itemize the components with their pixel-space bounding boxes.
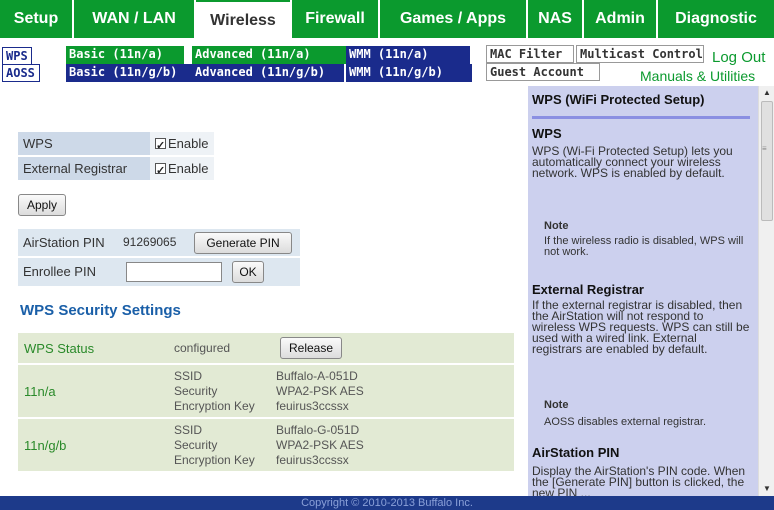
wps-enable-checkbox[interactable] — [155, 135, 166, 158]
tab-nas[interactable]: NAS — [528, 0, 582, 38]
airstation-pin-label: AirStation PIN — [23, 235, 105, 250]
scroll-down-icon[interactable]: ▼ — [763, 484, 771, 493]
help-pin-heading: AirStation PIN — [532, 445, 620, 460]
encryption-key-value: feuirus3ccssx — [276, 453, 349, 467]
subnav-wmm-n-g-b[interactable]: WMM (11n/g/b) — [346, 64, 472, 82]
sub-nav: WPS AOSS Basic (11n/a) Basic (11n/g/b) A… — [0, 40, 774, 86]
release-button[interactable]: Release — [280, 337, 342, 359]
ssid-value: Buffalo-A-051D — [276, 369, 358, 383]
logout-link[interactable]: Log Out — [712, 49, 765, 66]
ext-registrar-enable-checkbox[interactable] — [155, 160, 166, 183]
enrollee-pin-input[interactable] — [126, 262, 222, 282]
help-panel: WPS (WiFi Protected Setup) WPS WPS (Wi-F… — [528, 86, 758, 496]
ext-registrar-label: External Registrar — [18, 157, 150, 180]
subnav-mac-filter[interactable]: MAC Filter — [486, 45, 574, 63]
main-content: WPS Enable External Registrar Enable App… — [0, 86, 528, 496]
wps-security-title: WPS Security Settings — [20, 302, 181, 319]
security-value: WPA2-PSK AES — [276, 438, 364, 452]
scroll-thumb[interactable] — [761, 101, 773, 221]
band-label: 11n/a — [24, 384, 56, 399]
tab-diagnostic[interactable]: Diagnostic — [658, 0, 774, 38]
help-ext-heading: External Registrar — [532, 282, 644, 297]
ssid-label: SSID — [174, 423, 203, 437]
generate-pin-button[interactable]: Generate PIN — [194, 232, 292, 254]
security-label: Security — [174, 384, 218, 398]
subnav-wps[interactable]: WPS — [2, 47, 32, 65]
security-value: WPA2-PSK AES — [276, 384, 364, 398]
manuals-link[interactable]: Manuals & Utilities — [640, 68, 755, 84]
help-note2-label: Note — [544, 399, 569, 411]
subnav-multicast-control[interactable]: Multicast Control — [576, 45, 704, 63]
ext-registrar-enable-cell[interactable]: Enable — [150, 157, 214, 183]
wps-status-row: WPS Status configured — [18, 333, 514, 363]
tab-wan-lan[interactable]: WAN / LAN — [74, 0, 194, 38]
help-ext-text: If the external registrar is disabled, t… — [532, 298, 750, 356]
help-title-underline — [532, 116, 750, 119]
help-note1-label: Note — [544, 220, 569, 232]
scroll-up-icon[interactable]: ▲ — [763, 88, 771, 97]
encryption-key-label: Encryption Key — [174, 453, 255, 467]
tab-wireless[interactable]: Wireless — [196, 0, 290, 38]
apply-button[interactable]: Apply — [18, 194, 66, 216]
wps-status-label: WPS Status — [24, 341, 95, 356]
help-scrollbar[interactable]: ▲ ≡ ▼ — [758, 86, 774, 496]
help-title: WPS (WiFi Protected Setup) — [532, 92, 705, 107]
tab-games-apps[interactable]: Games / Apps — [380, 0, 526, 38]
subnav-wmm-n-a[interactable]: WMM (11n/a) — [346, 46, 470, 64]
security-table: WPS Status configured Release 11n/a SSID… — [18, 333, 514, 473]
scroll-grip-icon: ≡ — [762, 144, 767, 153]
tab-firewall[interactable]: Firewall — [292, 0, 378, 38]
wps-enable-label: Enable — [168, 136, 209, 151]
subnav-advanced-n-g-b[interactable]: Advanced (11n/g/b) — [192, 64, 344, 82]
enrollee-pin-label: Enrollee PIN — [23, 264, 96, 279]
help-note1-text: If the wireless radio is disabled, WPS w… — [544, 235, 744, 258]
wps-label: WPS — [18, 132, 150, 155]
band-row-11na: 11n/a SSID Security Encryption Key Buffa… — [18, 365, 514, 417]
ssid-value: Buffalo-G-051D — [276, 423, 360, 437]
subnav-basic-n-a[interactable]: Basic (11n/a) — [66, 46, 184, 64]
encryption-key-value: feuirus3ccssx — [276, 399, 349, 413]
subnav-aoss[interactable]: AOSS — [2, 64, 40, 82]
subnav-guest-account[interactable]: Guest Account — [486, 63, 600, 81]
airstation-pin-value: 91269065 — [123, 235, 177, 249]
main-nav: Setup WAN / LAN Wireless Firewall Games … — [0, 0, 774, 40]
help-wps-heading: WPS — [532, 126, 562, 141]
subnav-basic-n-g-b[interactable]: Basic (11n/g/b) — [66, 64, 192, 82]
wps-row: WPS Enable — [18, 132, 214, 158]
tab-admin[interactable]: Admin — [584, 0, 656, 38]
ext-registrar-enable-label: Enable — [168, 161, 209, 176]
wps-status-value: configured — [174, 341, 231, 355]
help-wps-text: WPS (Wi-Fi Protected Setup) lets you aut… — [532, 144, 733, 180]
band-row-11ngb: 11n/g/b SSID Security Encryption Key Buf… — [18, 419, 514, 471]
band-label: 11n/g/b — [24, 438, 67, 453]
ok-button[interactable]: OK — [232, 261, 264, 283]
ext-registrar-row: External Registrar Enable — [18, 157, 214, 183]
encryption-key-label: Encryption Key — [174, 399, 255, 413]
tab-setup[interactable]: Setup — [0, 0, 72, 38]
help-note2-text: AOSS disables external registrar. — [544, 416, 707, 428]
subnav-advanced-n-a[interactable]: Advanced (11n/a) — [192, 46, 346, 64]
ssid-label: SSID — [174, 369, 203, 383]
wps-enable-cell[interactable]: Enable — [150, 132, 214, 158]
footer-copyright: Copyright © 2010-2013 Buffalo Inc. — [0, 496, 774, 510]
help-pin-text: Display the AirStation's PIN code. When … — [532, 464, 746, 496]
security-label: Security — [174, 438, 218, 452]
